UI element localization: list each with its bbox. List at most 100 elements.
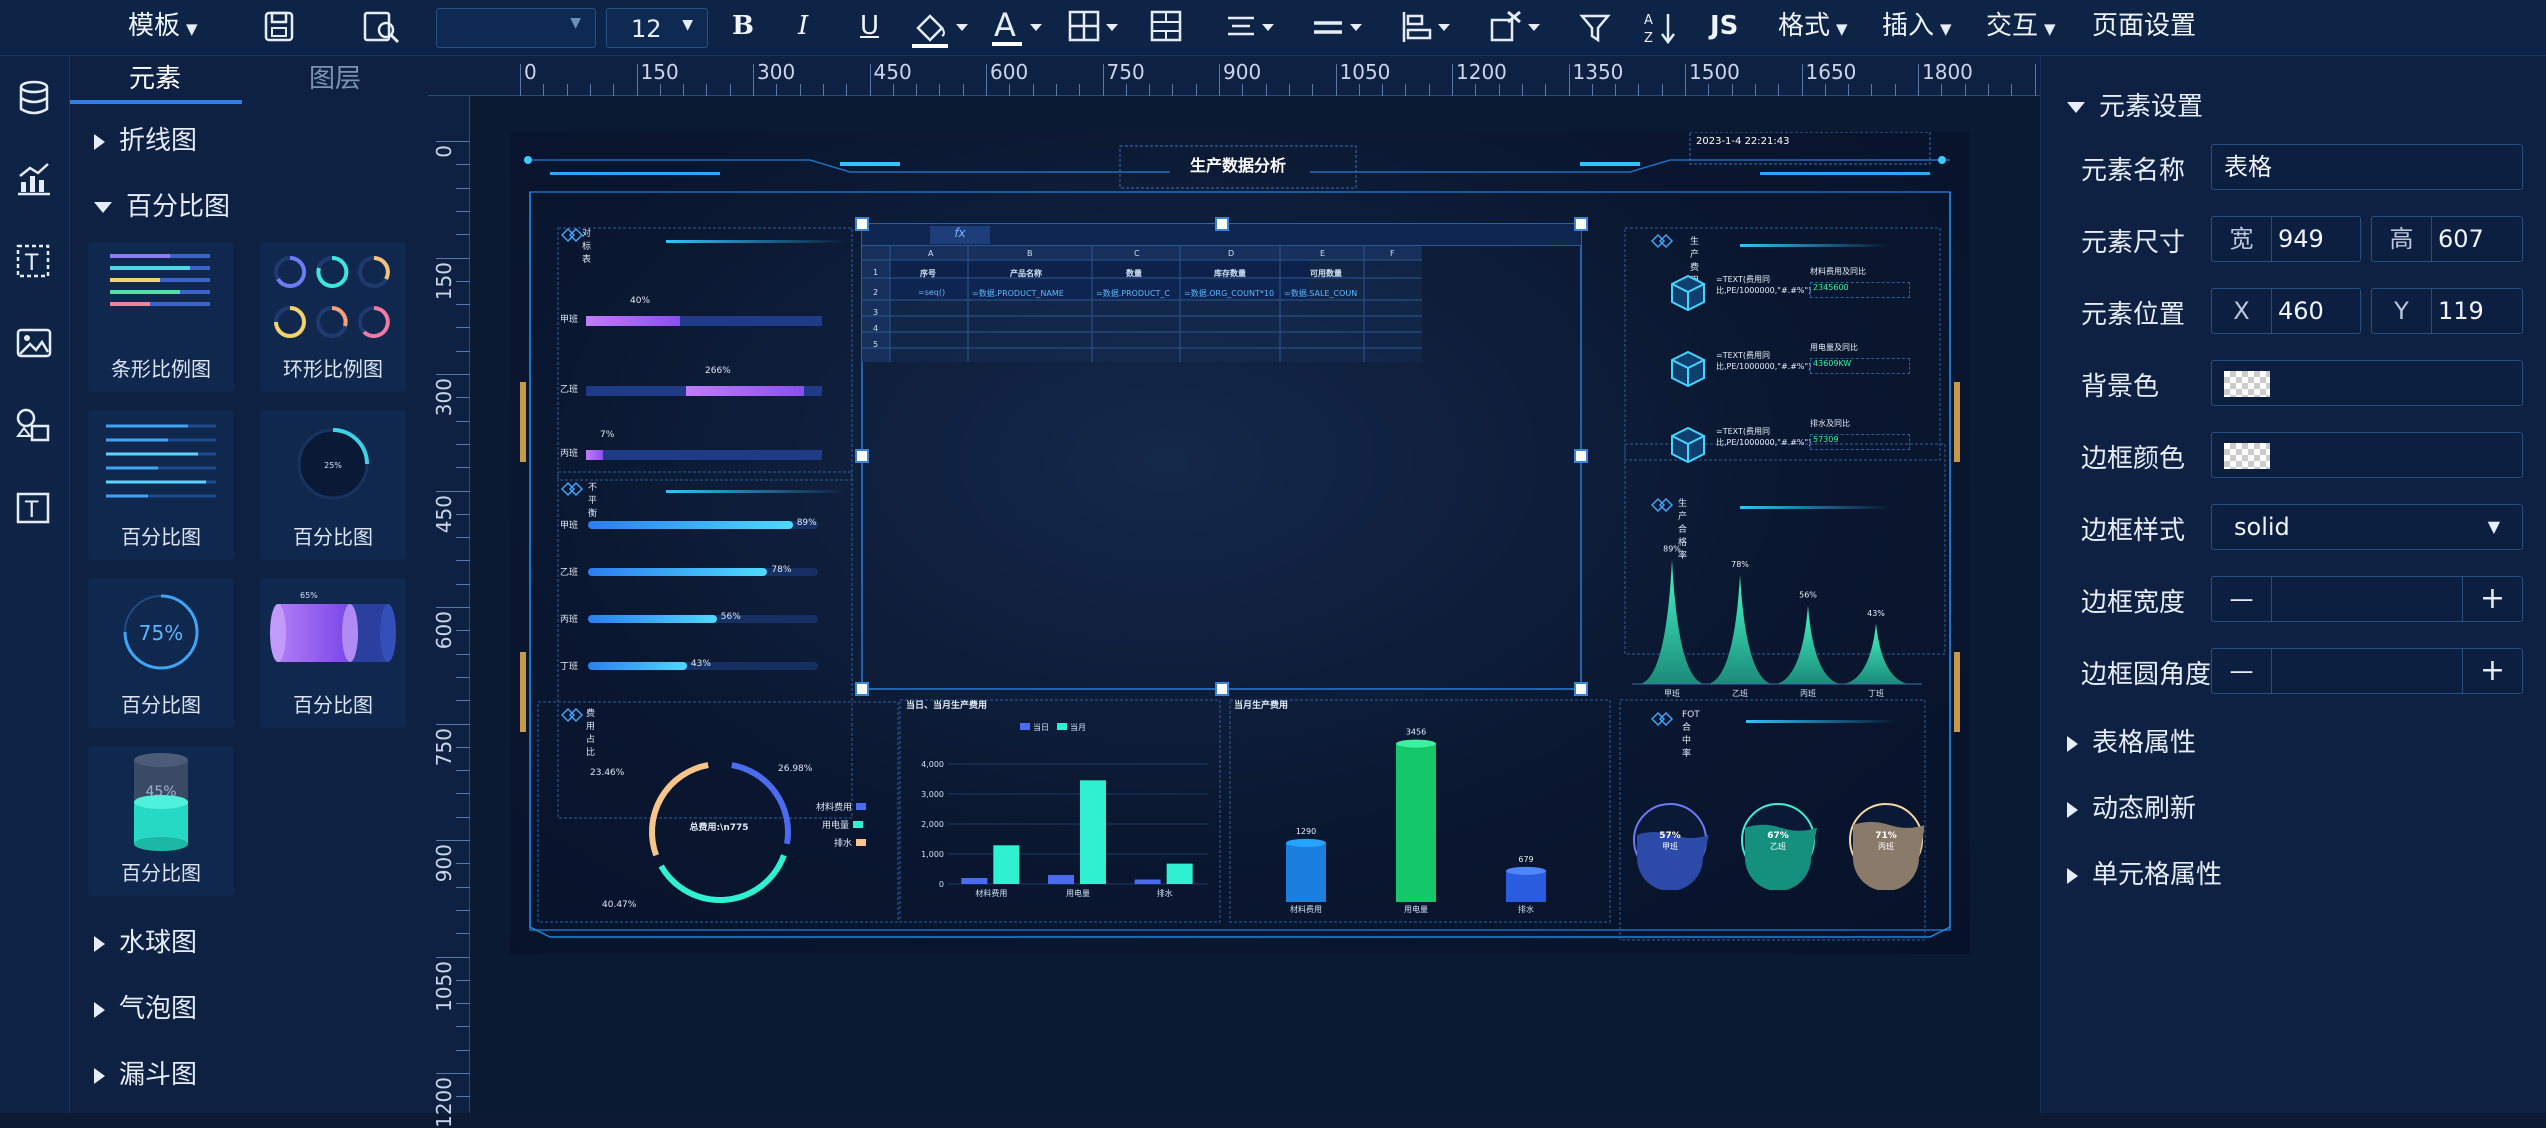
border-width-stepper[interactable]: — + (2211, 576, 2523, 622)
cell-d2[interactable]: =数据.ORG_COUNT*10 (1184, 288, 1278, 299)
preview-icon[interactable] (362, 10, 402, 44)
template-menu[interactable]: 模板 ▼ (128, 0, 198, 52)
position-icon[interactable] (1398, 8, 1460, 48)
sort-icon[interactable]: AZ (1642, 8, 1678, 48)
ruler-label: 1800 (1922, 60, 1973, 84)
italic-button[interactable]: I (798, 0, 808, 52)
textbox-icon[interactable]: T (14, 488, 54, 528)
border-color-picker[interactable] (2211, 432, 2523, 478)
chart-icon[interactable] (14, 160, 54, 200)
cell-b2[interactable]: =数据.PRODUCT_NAME (972, 288, 1090, 299)
page-settings-button[interactable]: 页面设置 (2092, 0, 2196, 52)
section-table-props[interactable]: 表格属性 (2067, 722, 2196, 759)
line-spacing-icon[interactable] (1310, 10, 1372, 46)
image-icon[interactable] (14, 324, 54, 364)
sheet-grid[interactable] (862, 246, 1422, 362)
bg-color-picker[interactable] (2211, 360, 2523, 406)
font-color-icon[interactable]: A (988, 4, 1052, 50)
bar-value-label: 43% (690, 659, 711, 669)
filter-icon[interactable] (1578, 10, 1614, 46)
x-input[interactable]: X 460 (2211, 288, 2361, 334)
cyl-value-text: 65% (300, 591, 318, 600)
resize-handle-e[interactable] (1574, 449, 1588, 463)
y-tick-label: 4,000 (921, 760, 944, 769)
section-dynamic-refresh[interactable]: 动态刷新 (2067, 788, 2196, 825)
table-element[interactable]: fx A B C D E F 1 2 3 4 5 序号 产品名称 数量 库存数量… (855, 217, 1588, 696)
resize-handle-ne[interactable] (1574, 217, 1588, 231)
cell-c2[interactable]: =数据.PRODUCT_C (1096, 288, 1178, 299)
text-icon[interactable]: T (14, 242, 54, 282)
element-settings-header[interactable]: 元素设置 (2067, 86, 2203, 123)
ruler-tick (753, 64, 754, 96)
border-style-select[interactable]: solid ▼ (2211, 504, 2523, 550)
resize-handle-sw[interactable] (855, 682, 869, 696)
border-icon[interactable] (1066, 8, 1128, 48)
section-cell-props[interactable]: 单元格属性 (2067, 854, 2222, 891)
tab-elements[interactable]: 元素 (70, 56, 240, 104)
ruler-tick (1125, 84, 1127, 96)
js-button[interactable]: JS (1710, 0, 1738, 52)
card-percent-bars[interactable]: 百分比图 (88, 410, 234, 560)
plus-button[interactable]: + (2462, 649, 2522, 693)
design-canvas[interactable]: 生产数据分析 2023-1-4 22:21:43 fx A B C D E F … (510, 132, 1970, 954)
underline-button[interactable]: U (860, 0, 879, 52)
card-percent-gauge[interactable]: 25% 百分比图 (260, 410, 406, 560)
cell-e2[interactable]: =数据.SALE_COUN (1284, 288, 1362, 299)
card-bar-ratio[interactable]: 条形比例图 (88, 242, 234, 392)
row-1: 1 (873, 268, 879, 277)
ball-name: 丙班 (1878, 841, 1894, 851)
font-family-select[interactable]: ▼ (436, 8, 596, 48)
ruler-tick (436, 956, 470, 958)
section-water-ball[interactable]: 水球图 (94, 922, 197, 959)
resize-handle-nw[interactable] (855, 217, 869, 231)
card-percent-ring[interactable]: 75% 百分比图 (88, 578, 234, 728)
save-icon[interactable] (262, 10, 298, 44)
database-icon[interactable] (14, 78, 54, 118)
ruler-left: 0 150 300 450 600 750 900 1050 1200 (428, 96, 470, 1128)
ruler-tick (456, 234, 470, 236)
align-icon[interactable] (1224, 10, 1286, 46)
cell-a2[interactable]: =seq() (918, 288, 966, 297)
formula-text: =TEXT(费用同比,PE/1000000,"#.#%") (1716, 351, 1812, 371)
ruler-tick (1102, 64, 1104, 96)
bar-fill (588, 521, 793, 529)
tab-layers[interactable]: 图层 (250, 56, 420, 104)
section-percent-chart[interactable]: 百分比图 (94, 186, 230, 223)
resize-handle-w[interactable] (855, 449, 869, 463)
x-tick-label: 甲班 (1664, 688, 1680, 698)
clear-format-icon[interactable] (1486, 6, 1548, 48)
bold-button[interactable]: B (732, 0, 754, 52)
minus-button[interactable]: — (2212, 577, 2272, 621)
insert-menu[interactable]: 插入 ▼ (1882, 0, 1952, 52)
ruler-tick (636, 64, 638, 96)
card-percent-cylinder[interactable]: 65% 百分比图 (260, 578, 406, 728)
cylinder-top (1286, 838, 1326, 847)
element-name-input[interactable]: 表格 (2211, 144, 2523, 190)
card-percent-water[interactable]: 45% 百分比图 (88, 746, 234, 896)
ball-name: 乙班 (1770, 841, 1786, 851)
format-menu[interactable]: 格式 ▼ (1778, 0, 1848, 52)
fill-color-icon[interactable] (908, 6, 972, 50)
col-c: C (1134, 249, 1140, 258)
height-input[interactable]: 高 607 (2371, 216, 2523, 262)
shapes-icon[interactable] (14, 406, 54, 446)
width-input[interactable]: 宽 949 (2211, 216, 2361, 262)
section-bubble[interactable]: 气泡图 (94, 988, 197, 1025)
border-radius-stepper[interactable]: — + (2211, 648, 2523, 694)
ruler-tick (1335, 64, 1337, 96)
card-ring-ratio[interactable]: 环形比例图 (260, 242, 406, 392)
right-top-items: =TEXT(费用同比,PE/1000000,"#.#%") 材料费用及同比 2345… (1650, 267, 1940, 472)
merge-cells-icon[interactable] (1148, 8, 1188, 48)
minus-button[interactable]: — (2212, 649, 2272, 693)
resize-handle-s[interactable] (1215, 682, 1229, 696)
resize-handle-n[interactable] (1215, 217, 1229, 231)
interact-menu[interactable]: 交互 ▼ (1986, 0, 2056, 52)
plus-button[interactable]: + (2462, 577, 2522, 621)
resize-handle-se[interactable] (1574, 682, 1588, 696)
section-line-chart[interactable]: 折线图 (94, 120, 197, 157)
diamond-icon (1650, 711, 1674, 727)
y-tick-label: 3,000 (921, 790, 944, 799)
font-size-select[interactable]: 12 ▼ (606, 8, 708, 48)
section-funnel[interactable]: 漏斗图 (94, 1054, 197, 1091)
y-input[interactable]: Y 119 (2371, 288, 2523, 334)
